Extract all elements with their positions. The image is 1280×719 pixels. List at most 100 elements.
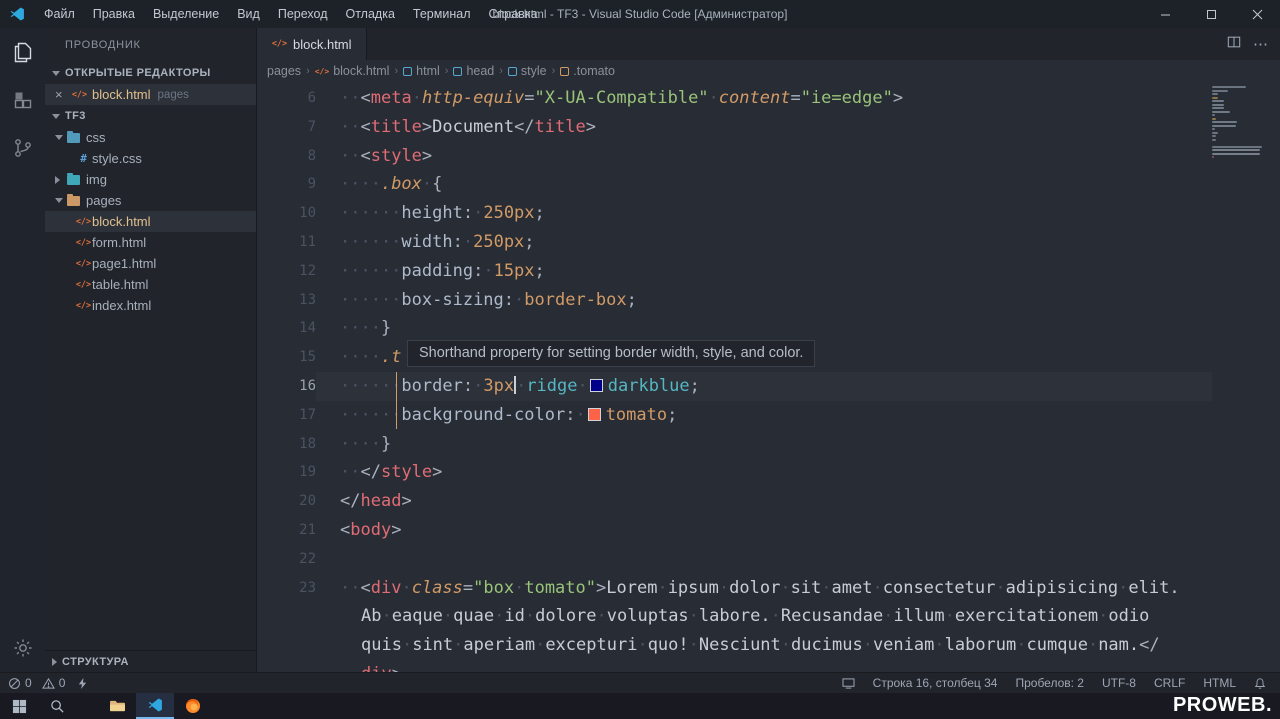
- code-line[interactable]: 23 ··<div·class="box·tomato">Lorem·ipsum·…: [257, 574, 1280, 603]
- code-line[interactable]: quis·sint·aperiam·excepturi·quo!·Nesciun…: [257, 631, 1280, 660]
- notifications-bell-icon[interactable]: [1254, 677, 1266, 690]
- line-number: [257, 631, 316, 660]
- code-line[interactable]: 7 ··<title>Document</title>: [257, 113, 1280, 142]
- tree-item-index.html[interactable]: </> index.html: [45, 295, 256, 316]
- tree-item-block.html[interactable]: </> block.html: [45, 211, 256, 232]
- code-line[interactable]: 8 ··<style>: [257, 142, 1280, 171]
- eol-sequence[interactable]: CRLF: [1154, 676, 1185, 690]
- folder-icon: [67, 130, 80, 143]
- maximize-button[interactable]: [1188, 0, 1234, 28]
- screencast-icon[interactable]: [842, 677, 855, 689]
- open-editor-name: block.html: [92, 87, 151, 102]
- color-swatch[interactable]: [589, 378, 603, 392]
- code-line[interactable]: div>: [257, 660, 1280, 672]
- symbol-tag-icon: [403, 66, 413, 76]
- line-content: </head>: [340, 491, 412, 512]
- breadcrumb-tomato[interactable]: .tomato: [560, 64, 615, 78]
- line-content: ····.box·{: [340, 174, 443, 195]
- language-mode[interactable]: HTML: [1203, 676, 1236, 690]
- menu-отладка[interactable]: Отладка: [337, 0, 404, 28]
- code-line[interactable]: 20 </head>: [257, 487, 1280, 516]
- tree-item-table.html[interactable]: </> table.html: [45, 274, 256, 295]
- line-content: ······padding:·15px;: [340, 260, 545, 281]
- minimap[interactable]: [1212, 86, 1264, 160]
- line-number: 12: [299, 262, 316, 279]
- tab-block-html[interactable]: </> block.html: [257, 28, 367, 60]
- extensions-icon[interactable]: [0, 76, 45, 124]
- tree-item-pages[interactable]: pages: [45, 190, 256, 211]
- vscode-window: Файл Правка Выделение Вид Переход Отладка Терм…: [0, 0, 1280, 719]
- line-number: 13: [299, 291, 316, 308]
- code-line[interactable]: 14 ····}: [257, 314, 1280, 343]
- tree-item-style.css[interactable]: # style.css: [45, 148, 256, 169]
- explorer-icon[interactable]: [0, 28, 45, 76]
- tree-item-label: img: [86, 172, 107, 187]
- encoding[interactable]: UTF-8: [1102, 676, 1136, 690]
- tree-item-page1.html[interactable]: </> page1.html: [45, 253, 256, 274]
- file-tree: css # style.css img pages </> block.html </> for…: [45, 127, 256, 316]
- taskbar-search-button[interactable]: [38, 693, 76, 719]
- indentation[interactable]: Пробелов: 2: [1015, 676, 1084, 690]
- breadcrumb-pages[interactable]: pages: [267, 64, 301, 78]
- split-editor-icon[interactable]: [1227, 35, 1241, 54]
- breadcrumb-head[interactable]: head: [453, 64, 494, 78]
- menu-справка[interactable]: Справка: [479, 0, 546, 28]
- source-control-icon[interactable]: [0, 124, 45, 172]
- minimize-button[interactable]: [1142, 0, 1188, 28]
- status-right: Строка 16, столбец 34 Пробелов: 2 UTF-8 …: [842, 676, 1280, 690]
- open-editors-header[interactable]: ОТКРЫТЫЕ РЕДАКТОРЫ: [45, 62, 256, 84]
- menu-вид[interactable]: Вид: [228, 0, 269, 28]
- menu-терминал[interactable]: Терминал: [404, 0, 480, 28]
- breadcrumb: pages › </> block.html › html › head › style › .tom…: [257, 60, 1280, 82]
- problems-indicator[interactable]: 0 0: [0, 676, 88, 690]
- line-number: 7: [307, 118, 316, 135]
- line-content: ······box-sizing:·border-box;: [340, 289, 637, 310]
- tab-label: block.html: [293, 36, 352, 52]
- cursor-position[interactable]: Строка 16, столбец 34: [873, 676, 998, 690]
- code-line[interactable]: 18 ····}: [257, 430, 1280, 459]
- code-line[interactable]: 22: [257, 545, 1280, 574]
- breadcrumb-style[interactable]: style: [507, 64, 547, 78]
- code-line[interactable]: 11 ······width:·250px;: [257, 228, 1280, 257]
- breadcrumb-blockhtml[interactable]: </> block.html: [315, 64, 390, 78]
- code-line[interactable]: 9 ····.box·{: [257, 170, 1280, 199]
- code-line[interactable]: 6 ··<meta·http-equiv="X-UA-Compatible"·co…: [257, 84, 1280, 113]
- symbol-tag-icon: [453, 66, 463, 76]
- line-number: 22: [299, 550, 316, 567]
- close-button[interactable]: [1234, 0, 1280, 28]
- tree-item-img[interactable]: img: [45, 169, 256, 190]
- firefox-button[interactable]: [174, 693, 212, 719]
- code-line[interactable]: Ab·eaque·quae·id·dolore·voluptas·labore.…: [257, 602, 1280, 631]
- line-content: ··</style>: [340, 462, 443, 483]
- code-line[interactable]: 12 ······padding:·15px;: [257, 257, 1280, 286]
- code-line[interactable]: 21 <body>: [257, 516, 1280, 545]
- outline-header[interactable]: СТРУКТУРА: [45, 650, 256, 672]
- file-explorer-button[interactable]: [98, 693, 136, 719]
- code-line[interactable]: 17 ······background-color:· tomato;: [257, 401, 1280, 430]
- lightning-icon: [79, 677, 87, 689]
- taskbar-vscode-button[interactable]: [136, 693, 174, 719]
- start-button[interactable]: [0, 693, 38, 719]
- settings-gear-icon[interactable]: [0, 624, 45, 672]
- more-actions-icon[interactable]: ⋯: [1253, 35, 1268, 53]
- breadcrumb-html[interactable]: html: [403, 64, 440, 78]
- color-swatch[interactable]: [587, 407, 601, 421]
- workspace-header[interactable]: TF3: [45, 105, 256, 127]
- close-editor-icon[interactable]: ×: [55, 87, 71, 102]
- code-area[interactable]: 6 ··<meta·http-equiv="X-UA-Compatible"·co…: [257, 82, 1280, 672]
- code-line[interactable]: 10 ······height:·250px;: [257, 199, 1280, 228]
- tree-item-css[interactable]: css: [45, 127, 256, 148]
- menu-выделение[interactable]: Выделение: [144, 0, 228, 28]
- code-line[interactable]: 19 ··</style>: [257, 458, 1280, 487]
- menu-переход[interactable]: Переход: [269, 0, 337, 28]
- breadcrumb-label: block.html: [333, 64, 390, 78]
- menu-файл[interactable]: Файл: [35, 0, 84, 28]
- code-line[interactable]: 16 ······border:·3px ·ridge· darkblue;: [257, 371, 1280, 401]
- menu-правка[interactable]: Правка: [84, 0, 144, 28]
- open-editor-item[interactable]: × </> block.html pages: [45, 84, 256, 105]
- folder-icon: [67, 172, 80, 185]
- code-line[interactable]: 13 ······box-sizing:·border-box;: [257, 286, 1280, 315]
- tree-item-form.html[interactable]: </> form.html: [45, 232, 256, 253]
- breadcrumb-label: .tomato: [573, 64, 615, 78]
- warnings-icon: [41, 677, 55, 689]
